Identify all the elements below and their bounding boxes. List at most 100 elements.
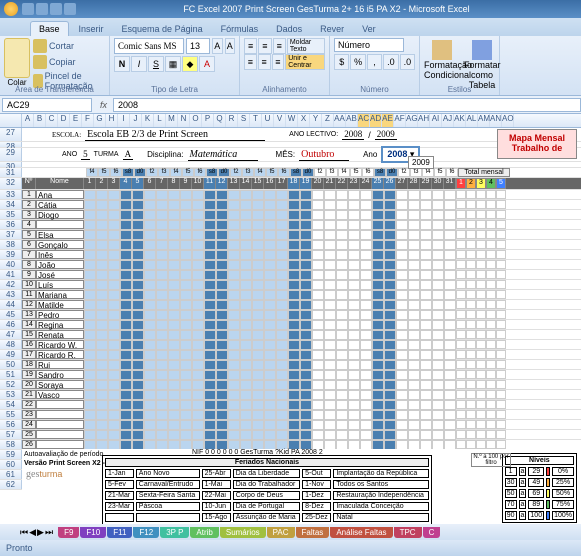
col-header[interactable]: P [202,114,214,127]
col-header[interactable]: K [142,114,154,127]
name-box[interactable] [2,98,92,112]
formula-input[interactable] [113,98,581,112]
col-header[interactable]: Q [214,114,226,127]
italic-button[interactable]: I [131,56,147,72]
font-color-button[interactable]: A [199,56,215,72]
sheet-tab[interactable]: Sumários [220,527,266,538]
sheet-tab[interactable]: Faltas [296,527,330,538]
col-header[interactable]: Z [322,114,334,127]
col-header[interactable]: AO [502,114,514,127]
sheet-tab[interactable]: F10 [80,527,106,538]
col-header[interactable]: T [250,114,262,127]
col-header[interactable]: AG [406,114,418,127]
col-header[interactable]: G [94,114,106,127]
tab-formulas[interactable]: Fórmulas [213,22,267,36]
currency-icon[interactable]: $ [334,54,349,70]
qat-undo-icon[interactable] [36,3,48,15]
align-center-icon[interactable]: ≡ [258,54,271,70]
col-header[interactable]: AB [346,114,358,127]
align-mid-icon[interactable]: ≡ [258,38,271,54]
cond-format-button[interactable]: Formatação Condicional [424,40,460,90]
sheet-tab[interactable]: Atrib [190,527,218,538]
format-table-button[interactable]: Formatar como Tabela [464,40,500,90]
col-header[interactable]: O [190,114,202,127]
tab-dados[interactable]: Dados [268,22,310,36]
percent-icon[interactable]: % [350,54,365,70]
fill-color-button[interactable]: ◆ [182,56,198,72]
year-dropdown-option[interactable]: 2009 [408,156,434,169]
shrink-font-icon[interactable]: A [225,38,236,54]
col-header[interactable]: AD [370,114,382,127]
tab-ver[interactable]: Ver [354,22,384,36]
col-header[interactable]: C [46,114,58,127]
tab-nav-next-icon[interactable]: ▶ [37,527,44,538]
align-top-icon[interactable]: ≡ [244,38,257,54]
col-header[interactable]: Y [310,114,322,127]
select-all-corner[interactable] [0,114,22,127]
col-header[interactable]: AH [418,114,430,127]
col-header[interactable]: B [34,114,46,127]
col-header[interactable]: V [274,114,286,127]
tab-nav-last-icon[interactable]: ⏭ [45,527,53,538]
inc-dec-icon[interactable]: .0 [383,54,398,70]
sheet-tab[interactable]: PAC [267,527,295,538]
col-header[interactable]: X [298,114,310,127]
col-header[interactable]: N [178,114,190,127]
col-header[interactable]: AC [358,114,370,127]
col-header[interactable]: I [118,114,130,127]
fx-icon[interactable]: fx [94,100,113,110]
qat-more-icon[interactable] [64,3,76,15]
scissors-icon[interactable] [33,39,47,53]
col-header[interactable]: AA [334,114,346,127]
tab-rever[interactable]: Rever [312,22,352,36]
comma-icon[interactable]: , [367,54,382,70]
col-header[interactable]: AL [466,114,478,127]
col-header[interactable]: AN [490,114,502,127]
col-header[interactable]: M [166,114,178,127]
sheet-tab[interactable]: F12 [133,527,159,538]
font-size-select[interactable] [186,38,210,54]
sheet-tab[interactable]: F9 [58,527,79,538]
sheet-tab[interactable]: Análise Faltas [330,527,392,538]
wrap-text-button[interactable]: Moldar Texto [287,38,325,54]
dec-dec-icon[interactable]: .0 [400,54,415,70]
col-header[interactable]: AE [382,114,394,127]
col-header[interactable]: AF [394,114,406,127]
align-bot-icon[interactable]: ≡ [273,38,286,54]
paste-button[interactable] [4,38,30,78]
col-header[interactable]: D [58,114,70,127]
tab-esquema[interactable]: Esquema de Página [114,22,211,36]
col-header[interactable]: AM [478,114,490,127]
col-header[interactable]: R [226,114,238,127]
office-orb-icon[interactable] [4,2,18,16]
col-header[interactable]: J [130,114,142,127]
align-right-icon[interactable]: ≡ [272,54,285,70]
tab-nav-first-icon[interactable]: ⏮ [20,527,28,538]
col-header[interactable]: U [262,114,274,127]
col-header[interactable]: AK [454,114,466,127]
merge-center-button[interactable]: Unir e Centrar [285,54,325,70]
font-name-select[interactable] [114,38,184,54]
worksheet[interactable]: 27 ESCOLA: Escola EB 2/3 de Print Screen… [0,128,581,524]
col-header[interactable]: AJ [442,114,454,127]
sheet-tab[interactable]: C [423,527,441,538]
col-header[interactable]: H [106,114,118,127]
bold-button[interactable]: N [114,56,130,72]
col-header[interactable]: L [154,114,166,127]
col-header[interactable]: E [70,114,82,127]
col-header[interactable]: W [286,114,298,127]
qat-save-icon[interactable] [22,3,34,15]
col-header[interactable]: A [22,114,34,127]
grow-font-icon[interactable]: A [212,38,223,54]
tab-inserir[interactable]: Inserir [71,22,112,36]
tab-nav-prev-icon[interactable]: ◀ [29,527,36,538]
sheet-tab[interactable]: F11 [107,527,132,538]
underline-button[interactable]: S [148,56,164,72]
sheet-tab[interactable]: 3P P [160,527,189,538]
number-format-select[interactable] [334,38,404,52]
border-button[interactable]: ▦ [165,56,181,72]
col-header[interactable]: AI [430,114,442,127]
align-left-icon[interactable]: ≡ [244,54,257,70]
sheet-tab[interactable]: TPC [394,527,422,538]
col-header[interactable]: F [82,114,94,127]
